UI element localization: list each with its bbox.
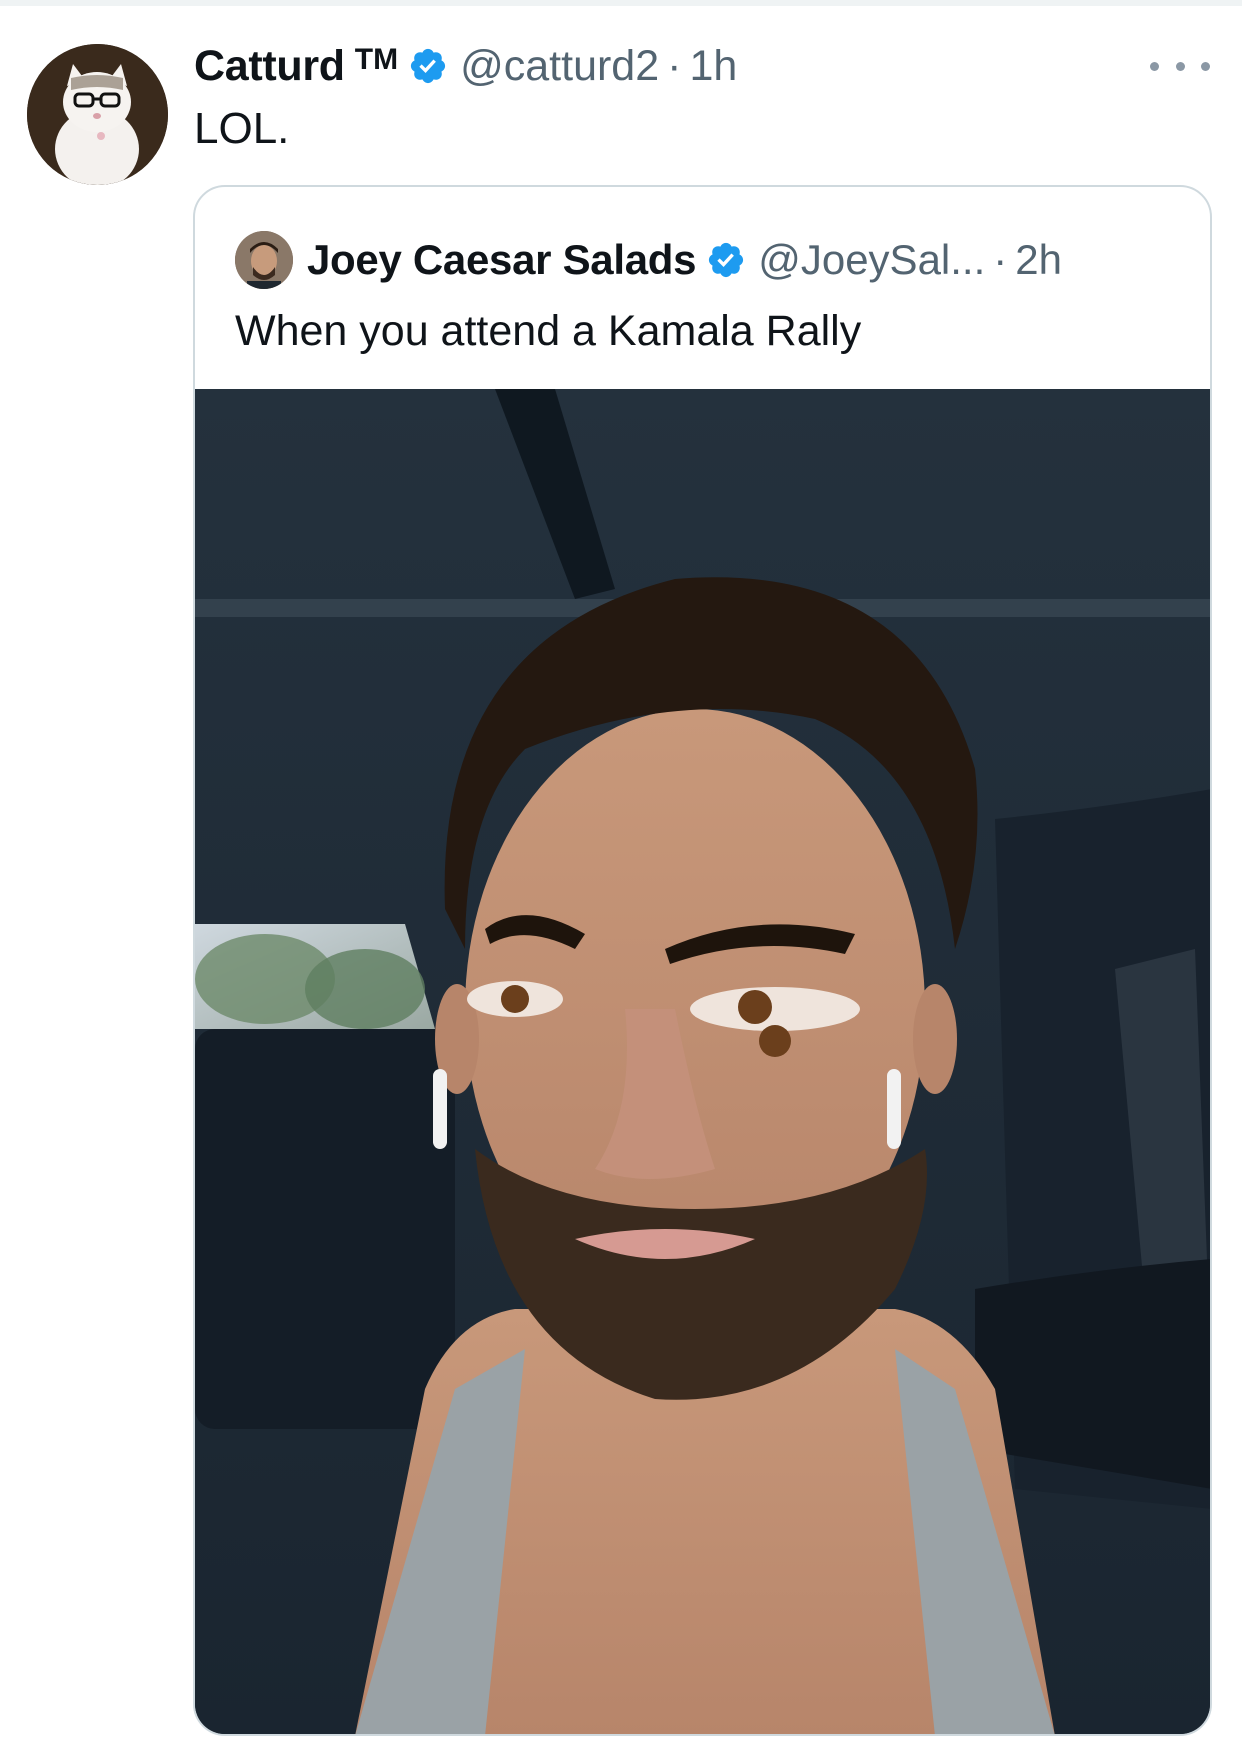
quoted-tweet-photo[interactable]: [195, 389, 1210, 1734]
tweet-header: Catturd TM @catturd2 · 1h: [194, 38, 737, 94]
quoted-display-name[interactable]: Joey Caesar Salads: [307, 236, 697, 284]
quoted-tweet-text: When you attend a Kamala Rally: [235, 307, 862, 355]
avatar[interactable]: [27, 44, 168, 185]
verified-badge-icon[interactable]: [408, 46, 448, 86]
meta-separator: ·: [667, 41, 682, 90]
trademark-badge: TM: [354, 43, 399, 76]
ellipsis-icon: [1150, 61, 1159, 71]
verified-badge-icon[interactable]: [706, 240, 746, 280]
display-name[interactable]: Catturd: [194, 42, 345, 91]
quoted-avatar: [235, 231, 293, 289]
ellipsis-icon-dot: [1175, 61, 1185, 71]
car-selfie-photo-image: [195, 389, 1210, 1734]
ellipsis-icon-dot: [1201, 61, 1210, 71]
more-options-button[interactable]: [1150, 46, 1210, 86]
quoted-tweet-header: Joey Caesar Salads @JoeySal... · 2h: [235, 231, 1062, 289]
quoted-handle[interactable]: @JoeySal...: [758, 236, 985, 284]
man-portrait-avatar-image: [235, 231, 293, 289]
handle[interactable]: @catturd2: [460, 42, 659, 91]
meta-separator: ·: [993, 236, 1008, 283]
quoted-tweet-card[interactable]: Joey Caesar Salads @JoeySal... · 2h When…: [193, 185, 1212, 1736]
tweet-text: LOL.: [194, 104, 290, 153]
quoted-timestamp[interactable]: 2h: [1015, 236, 1062, 284]
top-divider: [0, 0, 1242, 6]
cat-with-glasses-avatar-image: [27, 44, 168, 185]
timestamp[interactable]: 1h: [689, 42, 737, 91]
